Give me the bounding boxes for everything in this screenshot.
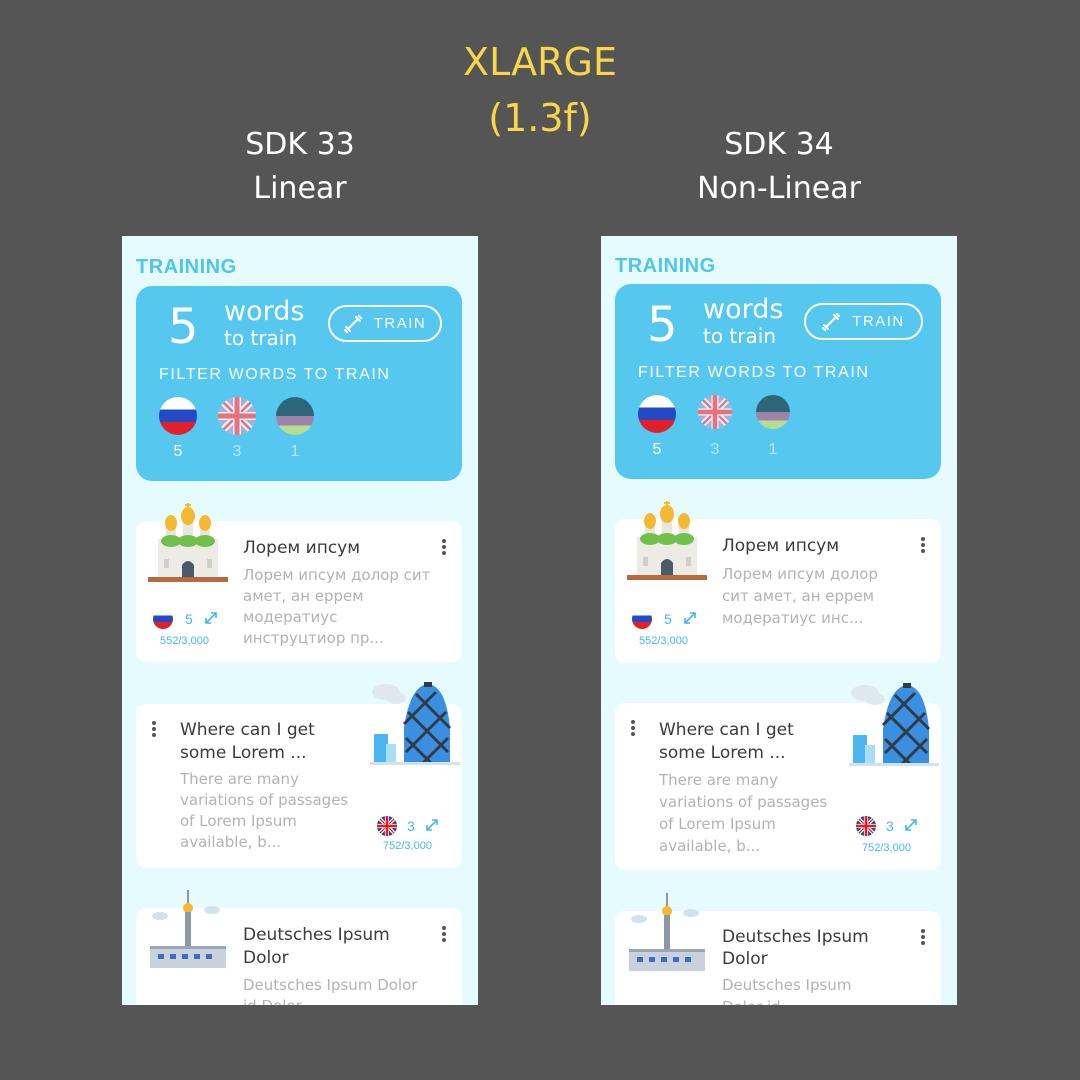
flag-count: 3 <box>232 443 242 460</box>
tv-tower-icon <box>150 890 226 968</box>
card-title: Where can I get some Lorem ... <box>180 720 315 763</box>
phone-screen-nonlinear: TRAINING 5 words to train TRAIN FILTER W… <box>601 236 957 1005</box>
card-description: Лорем ипсум долор сит амет, ан еррем мод… <box>722 565 878 627</box>
russia-flag-icon <box>632 609 652 629</box>
train-card[interactable]: 5 words to train TRAIN FILTER WORDS TO T… <box>136 286 462 481</box>
card-description: Лорем ипсум долор сит амет, ан еррем мод… <box>243 566 431 647</box>
more-options-icon[interactable] <box>921 537 925 553</box>
filter-flag-english[interactable]: 3 <box>695 395 735 459</box>
train-sub-label: to train <box>224 326 297 350</box>
card-description: Deutsches Ipsum Dolor id Dolor <box>243 976 418 1005</box>
more-options-icon[interactable] <box>921 929 925 945</box>
column-sdk-label: SDK 33 <box>245 127 355 162</box>
train-button[interactable]: TRAIN <box>804 303 923 340</box>
section-label: TRAINING <box>136 256 237 278</box>
card-word-count: 3 <box>407 818 415 834</box>
uk-flag-icon <box>856 816 876 836</box>
flag-count: 1 <box>290 443 300 460</box>
expand-arrows-icon <box>684 612 696 624</box>
filter-label: FILTER WORDS TO TRAIN <box>159 366 391 383</box>
russia-flag-icon <box>159 397 197 435</box>
card-word-count: 5 <box>664 611 672 627</box>
expand-arrows-icon <box>905 819 917 831</box>
filter-label: FILTER WORDS TO TRAIN <box>638 364 870 381</box>
train-words-label: words <box>224 296 305 327</box>
word-list-card[interactable]: Лорем ипсум Лорем ипсум долор сит амет, … <box>136 503 462 662</box>
uk-flag-icon <box>698 395 732 429</box>
word-list-card[interactable]: Deutsches Ipsum Dolor Deutsches Ipsum Do… <box>136 890 462 1005</box>
word-list-card[interactable]: Лорем ипсум Лорем ипсум долор сит амет, … <box>615 501 941 663</box>
flag-count: 1 <box>768 441 778 458</box>
column-sdk-label: SDK 34 <box>724 127 834 162</box>
more-options-icon[interactable] <box>442 539 446 555</box>
train-button[interactable]: TRAIN <box>328 305 442 342</box>
dumbbell-icon <box>343 314 362 333</box>
flag-count: 3 <box>710 441 720 458</box>
card-title: Лорем ипсум <box>722 536 840 556</box>
russia-flag-icon <box>638 395 676 433</box>
cathedral-icon <box>627 501 707 580</box>
card-title: Deutsches Ipsum Dolor <box>243 925 390 968</box>
word-list-card[interactable]: Where can I get some Lorem ... There are… <box>615 683 941 870</box>
more-options-icon[interactable] <box>631 720 635 736</box>
germany-flag-icon <box>756 395 790 429</box>
train-count: 5 <box>168 299 199 355</box>
train-button-label: TRAIN <box>373 315 427 332</box>
flag-count: 5 <box>173 443 183 460</box>
filter-flag-russian[interactable]: 5 <box>158 397 198 461</box>
russia-flag-icon <box>153 609 173 629</box>
filter-flag-german[interactable]: 1 <box>753 395 793 459</box>
card-title: Where can I get some Lorem ... <box>659 720 794 763</box>
train-button-label: TRAIN <box>852 313 905 330</box>
card-word-count: 5 <box>185 611 193 627</box>
card-progress: 552/3,000 <box>639 635 688 647</box>
germany-flag-icon <box>276 397 314 435</box>
filter-flag-russian[interactable]: 5 <box>637 395 677 459</box>
card-progress: 752/3,000 <box>862 842 911 854</box>
card-progress: 752/3,000 <box>383 840 432 852</box>
train-words-label: words <box>703 294 784 325</box>
word-list-card[interactable]: Where can I get some Lorem ... There are… <box>136 682 462 868</box>
gherkin-tower-icon <box>849 683 939 767</box>
flag-count: 5 <box>652 441 662 458</box>
uk-flag-icon <box>218 397 256 435</box>
word-list-card[interactable]: Deutsches Ipsum Dolor Deutsches Ipsum Do… <box>615 893 941 1005</box>
column-heading-sdk34: SDK 34 Non-Linear <box>601 123 957 211</box>
expand-arrows-icon <box>205 612 217 624</box>
expand-arrows-icon <box>426 819 438 831</box>
filter-flag-german[interactable]: 1 <box>275 397 315 461</box>
train-sub-label: to train <box>703 324 776 348</box>
train-card[interactable]: 5 words to train TRAIN FILTER WORDS TO T… <box>615 284 941 479</box>
filter-flag-english[interactable]: 3 <box>217 397 257 461</box>
more-options-icon[interactable] <box>152 721 156 737</box>
cathedral-icon <box>148 503 228 582</box>
card-description: There are many variations of passages of… <box>659 771 828 855</box>
dumbbell-icon <box>822 312 841 331</box>
uk-flag-icon <box>377 816 397 836</box>
gherkin-tower-icon <box>370 682 460 766</box>
card-word-count: 3 <box>886 818 894 834</box>
more-options-icon[interactable] <box>442 926 446 942</box>
card-description: There are many variations of passages of… <box>180 770 349 851</box>
column-heading-sdk33: SDK 33 Linear <box>122 123 478 211</box>
column-mode-label: Linear <box>253 171 347 206</box>
column-mode-label: Non-Linear <box>697 171 861 206</box>
tv-tower-icon <box>629 893 705 971</box>
card-title: Deutsches Ipsum Dolor <box>722 927 869 969</box>
train-count: 5 <box>647 297 678 353</box>
header-title: XLARGE <box>463 40 617 84</box>
section-label: TRAINING <box>615 255 716 277</box>
phone-screen-linear: TRAINING 5 words to train TRAIN FILTER W… <box>122 236 478 1005</box>
card-description: Deutsches Ipsum Dolor id <box>722 976 852 1005</box>
card-title: Лорем ипсум <box>243 538 361 558</box>
card-progress: 552/3,000 <box>160 635 209 647</box>
